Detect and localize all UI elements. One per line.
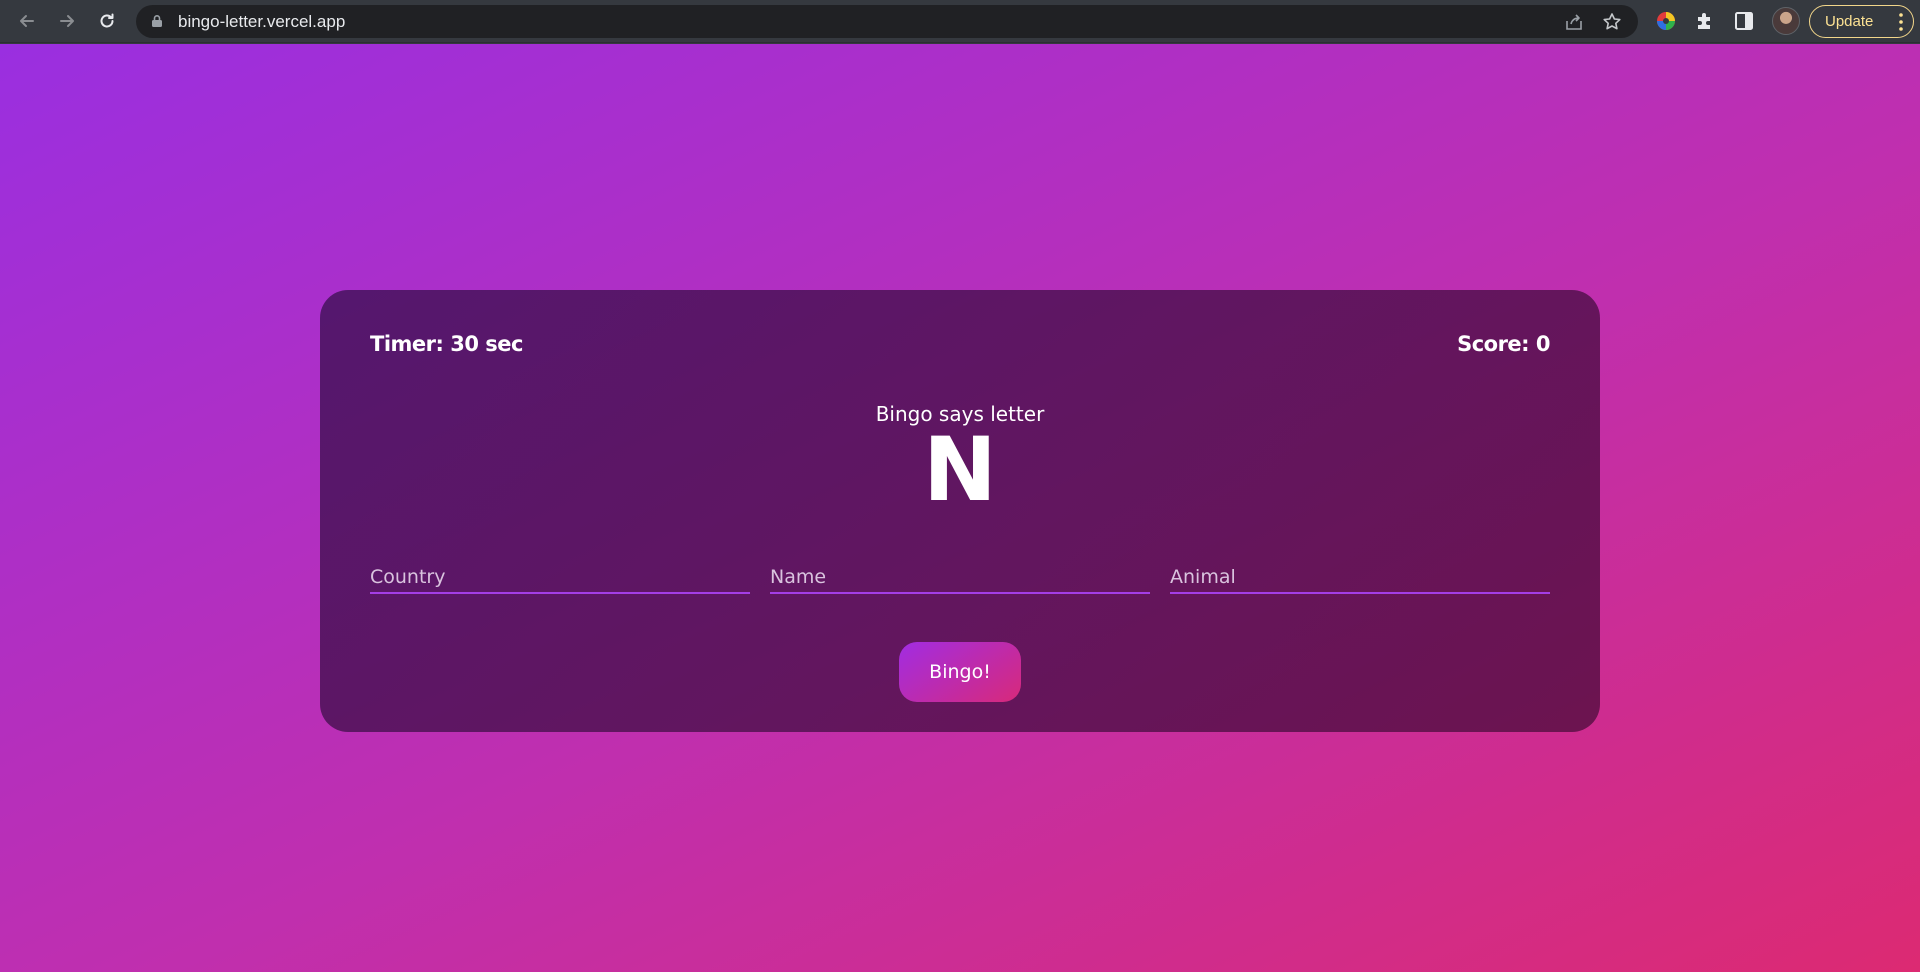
bookmark-star-icon[interactable] — [1601, 11, 1623, 33]
game-card: Timer: 30 sec Score: 0 Bingo says letter… — [320, 290, 1600, 732]
bingo-letter: N — [923, 418, 997, 521]
side-panel-icon[interactable] — [1732, 9, 1756, 33]
country-input[interactable] — [370, 562, 750, 594]
lock-icon — [152, 15, 162, 27]
reload-button[interactable] — [92, 6, 122, 36]
score-text: Score: 0 — [1457, 332, 1550, 356]
reload-icon — [100, 13, 114, 28]
address-bar[interactable]: bingo-letter.vercel.app — [136, 5, 1638, 38]
name-input[interactable] — [770, 562, 1150, 594]
bingo-button[interactable]: Bingo! — [899, 642, 1021, 702]
extensions-puzzle-icon[interactable] — [1693, 9, 1717, 33]
profile-avatar[interactable] — [1772, 7, 1800, 35]
browser-toolbar: bingo-letter.vercel.app Update — [0, 0, 1920, 43]
timer-text: Timer: 30 sec — [370, 332, 523, 356]
more-menu-icon — [1899, 13, 1903, 31]
page-background: Timer: 30 sec Score: 0 Bingo says letter… — [0, 44, 1920, 972]
update-button[interactable]: Update — [1809, 5, 1914, 38]
arrow-left-icon — [20, 15, 34, 27]
url-text: bingo-letter.vercel.app — [178, 12, 346, 31]
arrow-right-icon — [60, 15, 74, 27]
back-button[interactable] — [12, 6, 42, 36]
share-icon[interactable] — [1563, 11, 1585, 33]
forward-button[interactable] — [52, 6, 82, 36]
animal-input[interactable] — [1170, 562, 1550, 594]
color-wheel-extension-icon[interactable] — [1654, 9, 1678, 33]
update-label: Update — [1825, 13, 1874, 30]
